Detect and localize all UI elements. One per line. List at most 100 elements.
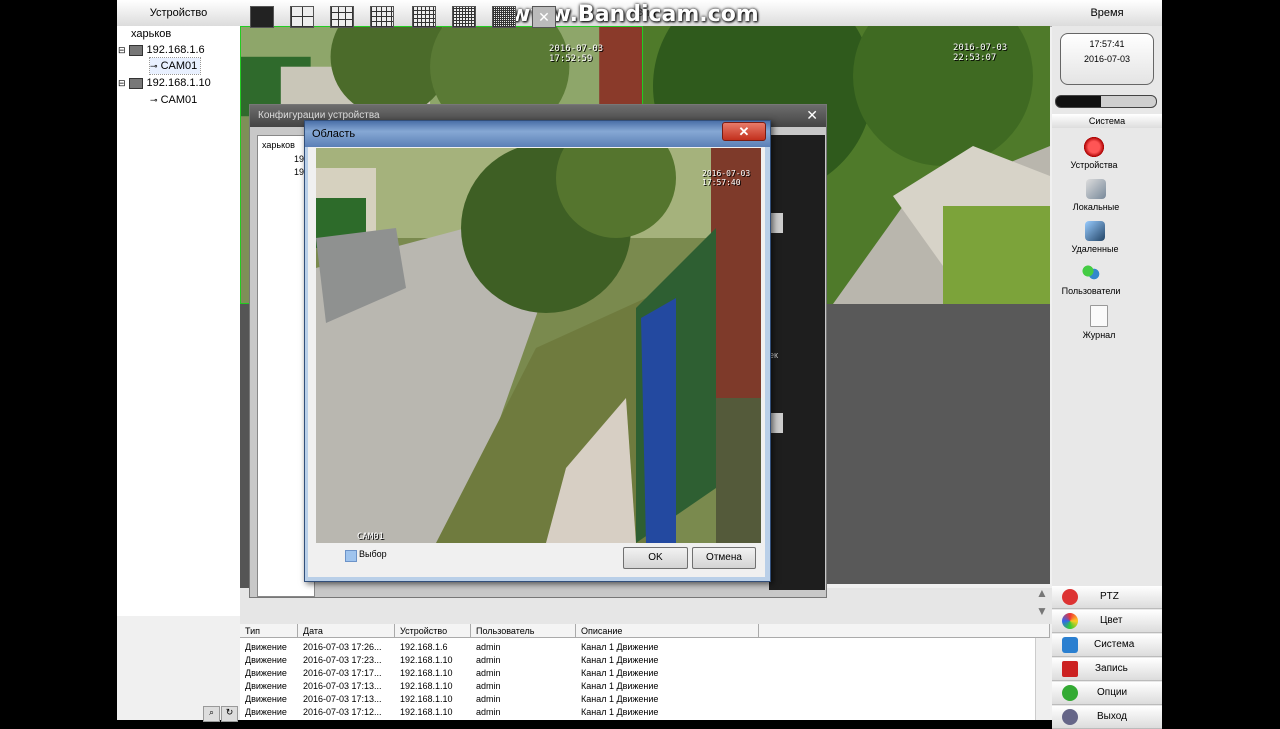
log-col-description[interactable]: Описание: [576, 624, 759, 638]
cancel-button[interactable]: Отмена: [692, 547, 756, 569]
log-cell: Движение: [245, 642, 287, 652]
table-row[interactable]: Движение 2016-07-03 17:23... 192.168.1.1…: [240, 654, 1035, 666]
log-scrollbar[interactable]: [1035, 638, 1050, 720]
system-devices[interactable]: Устройства: [1044, 137, 1144, 170]
ptz-button[interactable]: PTZ: [1052, 586, 1162, 609]
log-col-type[interactable]: Тип: [240, 624, 298, 638]
log-cell: 192.168.1.10: [400, 694, 453, 704]
exit-button[interactable]: Выход: [1052, 706, 1162, 729]
local-icon: [1086, 179, 1106, 199]
system-item-label: Удаленные: [1071, 244, 1119, 254]
log-cell: admin: [476, 655, 501, 665]
system-journal[interactable]: Журнал: [1049, 305, 1149, 340]
color-label: Цвет: [1100, 615, 1123, 626]
layout-1-button[interactable]: [250, 6, 274, 28]
table-row[interactable]: Движение 2016-07-03 17:17... 192.168.1.1…: [240, 667, 1035, 679]
log-cell: Канал 1 Движение: [581, 681, 659, 691]
log-cell: admin: [476, 681, 501, 691]
log-scroll-arrows[interactable]: ▲ ▼: [1034, 586, 1050, 622]
config-field[interactable]: [769, 213, 783, 233]
system-local[interactable]: Локальные: [1046, 179, 1146, 212]
scroll-down-icon[interactable]: ▼: [1034, 604, 1050, 622]
fullscreen-button[interactable]: ✕: [532, 6, 556, 28]
layout-25-button[interactable]: [412, 6, 436, 28]
close-icon[interactable]: ✕: [806, 108, 818, 122]
config-field[interactable]: [769, 413, 783, 433]
layout-16-button[interactable]: [370, 6, 394, 28]
camera-icon: ⊸: [150, 95, 158, 105]
selection-label: Выбор: [359, 549, 387, 559]
expand-icon[interactable]: ⊟: [118, 78, 126, 88]
dvr-icon: [128, 44, 143, 56]
log-cell: 192.168.1.10: [400, 707, 453, 717]
options-icon: [1062, 685, 1078, 701]
clock: 17:57:41 2016-07-03: [1060, 33, 1154, 85]
area-dialog: Область ✕ 2016-07-03 17:57:40 CAM01 Выбо…: [304, 120, 771, 582]
system-header: Система: [1052, 114, 1162, 128]
log-cell: Движение: [245, 681, 287, 691]
log-cell: Канал 1 Движение: [581, 655, 659, 665]
ok-button[interactable]: OK: [623, 547, 688, 569]
layout-64-button[interactable]: [492, 6, 516, 28]
record-label: Запись: [1095, 663, 1128, 674]
close-icon[interactable]: ✕: [722, 122, 766, 141]
tree-camera-2[interactable]: ⊸ CAM01: [150, 92, 197, 108]
log-cell: 2016-07-03 17:17...: [303, 668, 382, 678]
log-col-user[interactable]: Пользователь: [471, 624, 576, 638]
log-cell: admin: [476, 694, 501, 704]
log-cell: 2016-07-03 17:12...: [303, 707, 382, 717]
ptz-icon: [1062, 589, 1078, 605]
log-cell: 2016-07-03 17:26...: [303, 642, 382, 652]
tree-device-1[interactable]: ⊟ 192.168.1.6: [118, 42, 205, 58]
area-dialog-title: Область: [305, 121, 770, 147]
system-item-label: Пользователи: [1061, 286, 1121, 296]
log-cell: 192.168.1.10: [400, 668, 453, 678]
options-button[interactable]: Опции: [1052, 682, 1162, 705]
config-tree-root[interactable]: харьков: [262, 140, 295, 150]
area-video-preview[interactable]: 2016-07-03 17:57:40 CAM01: [316, 148, 761, 543]
camera-feed-image: [316, 148, 761, 543]
log-cell: 192.168.1.10: [400, 681, 453, 691]
config-tree-item[interactable]: 19: [294, 167, 304, 177]
log-cell: admin: [476, 707, 501, 717]
table-row[interactable]: Движение 2016-07-03 17:13... 192.168.1.1…: [240, 693, 1035, 705]
tree-device-2[interactable]: ⊟ 192.168.1.10: [118, 75, 211, 91]
table-row[interactable]: Движение 2016-07-03 17:13... 192.168.1.1…: [240, 680, 1035, 692]
tree-camera-1[interactable]: ⊸ CAM01: [148, 57, 202, 75]
hdd-meter: [1055, 95, 1157, 108]
log-cell: 2016-07-03 17:13...: [303, 694, 382, 704]
system-label: Система: [1094, 639, 1135, 650]
log-cell: 2016-07-03 17:13...: [303, 681, 382, 691]
log-cell: Канал 1 Движение: [581, 668, 659, 678]
log-cell: Движение: [245, 655, 287, 665]
system-remote[interactable]: Удаленные: [1045, 221, 1145, 254]
scroll-up-icon[interactable]: ▲: [1034, 586, 1050, 604]
layout-36-button[interactable]: [452, 6, 476, 28]
camera-icon: ⊸: [150, 61, 158, 71]
log-col-device[interactable]: Устройство: [395, 624, 471, 638]
table-row[interactable]: Движение 2016-07-03 17:12... 192.168.1.1…: [240, 706, 1035, 718]
exit-icon: [1062, 709, 1078, 725]
selection-swatch[interactable]: [345, 550, 357, 562]
expand-icon[interactable]: ⊟: [118, 45, 126, 55]
log-cell: Движение: [245, 694, 287, 704]
users-icon: [1081, 263, 1101, 283]
dvr-icon: [128, 77, 143, 89]
layout-9-button[interactable]: [330, 6, 354, 28]
video-timestamp: 2016-07-03 22:53:07: [953, 43, 1008, 63]
device-tree: [117, 26, 240, 616]
log-cell: Канал 1 Движение: [581, 707, 659, 717]
layout-4-button[interactable]: [290, 6, 314, 28]
system-button[interactable]: Система: [1052, 634, 1162, 657]
record-button[interactable]: Запись: [1052, 658, 1162, 681]
table-row[interactable]: Движение 2016-07-03 17:26... 192.168.1.6…: [240, 641, 1035, 653]
log-col-date[interactable]: Дата: [298, 624, 395, 638]
color-button[interactable]: Цвет: [1052, 610, 1162, 633]
config-tree-item[interactable]: 19: [294, 154, 304, 164]
clock-date: 2016-07-03: [1083, 54, 1131, 64]
tree-root[interactable]: харьков: [131, 26, 171, 42]
log-cell: 2016-07-03 17:23...: [303, 655, 382, 665]
event-log: Тип Дата Устройство Пользователь Описани…: [240, 624, 1050, 720]
system-users[interactable]: Пользователи: [1041, 263, 1141, 296]
preview-timestamp: 2016-07-03 17:57:40: [702, 169, 751, 187]
